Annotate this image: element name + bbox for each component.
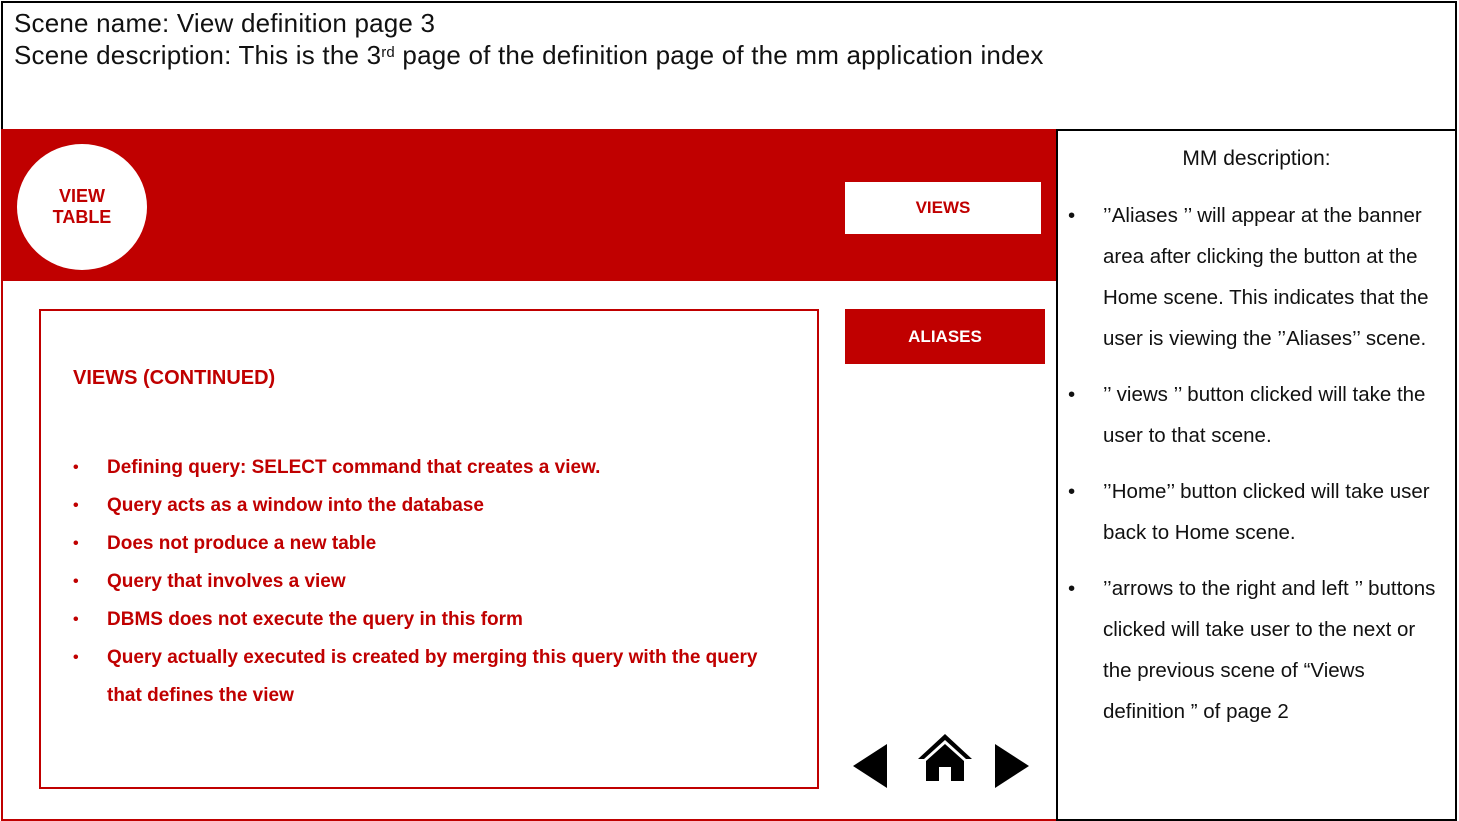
mm-description-item: ’’arrows to the right and left ’’ button… xyxy=(1068,568,1448,732)
content-bullet: Defining query: SELECT command that crea… xyxy=(73,449,793,487)
content-bullet: Query acts as a window into the database xyxy=(73,487,793,525)
triangle-left-icon[interactable] xyxy=(853,744,887,788)
scene-description-suffix: page of the definition page of the mm ap… xyxy=(394,40,1044,70)
view-table-label: VIEW TABLE xyxy=(52,186,112,227)
scene-description-sup: rd xyxy=(381,44,395,61)
content-bullet: Query actually executed is created by me… xyxy=(73,639,793,715)
mm-description-title: MM description: xyxy=(1182,147,1331,170)
content-bullet: DBMS does not execute the query in this … xyxy=(73,601,793,639)
scene-description: Scene description: This is the 3rd page … xyxy=(14,40,1044,70)
scene-description-prefix: Scene description: This is the 3 xyxy=(14,40,382,70)
content-bullet: Does not produce a new table xyxy=(73,525,793,563)
views-button[interactable]: VIEWS xyxy=(845,182,1041,234)
mm-description-item: ’’ views ’’ button clicked will take the… xyxy=(1068,374,1448,456)
mm-description-panel: MM description: ’’Aliases ’’ will appear… xyxy=(1056,129,1457,821)
mm-description-list: ’’Aliases ’’ will appear at the banner a… xyxy=(1068,195,1448,747)
content-title: VIEWS (CONTINUED) xyxy=(73,367,276,389)
content-bullet-list: Defining query: SELECT command that crea… xyxy=(73,449,793,715)
mm-description-item: ’’Aliases ’’ will appear at the banner a… xyxy=(1068,195,1448,359)
content-bullet: Query that involves a view xyxy=(73,563,793,601)
triangle-right-icon[interactable] xyxy=(995,744,1029,788)
scene-name: Scene name: View definition page 3 xyxy=(14,8,436,38)
mm-description-item: ’’Home’’ button clicked will take user b… xyxy=(1068,471,1448,553)
scene-canvas: VIEW TABLE VIEWS ALIASES VIEWS (CONTINUE… xyxy=(1,129,1058,821)
content-panel: VIEWS (CONTINUED) Defining query: SELECT… xyxy=(39,309,819,789)
banner: VIEW TABLE VIEWS xyxy=(3,129,1058,281)
view-table-badge: VIEW TABLE xyxy=(17,144,147,270)
scene-header: Scene name: View definition page 3 Scene… xyxy=(1,1,1457,132)
aliases-button[interactable]: ALIASES xyxy=(845,309,1045,364)
home-icon[interactable] xyxy=(916,732,974,782)
